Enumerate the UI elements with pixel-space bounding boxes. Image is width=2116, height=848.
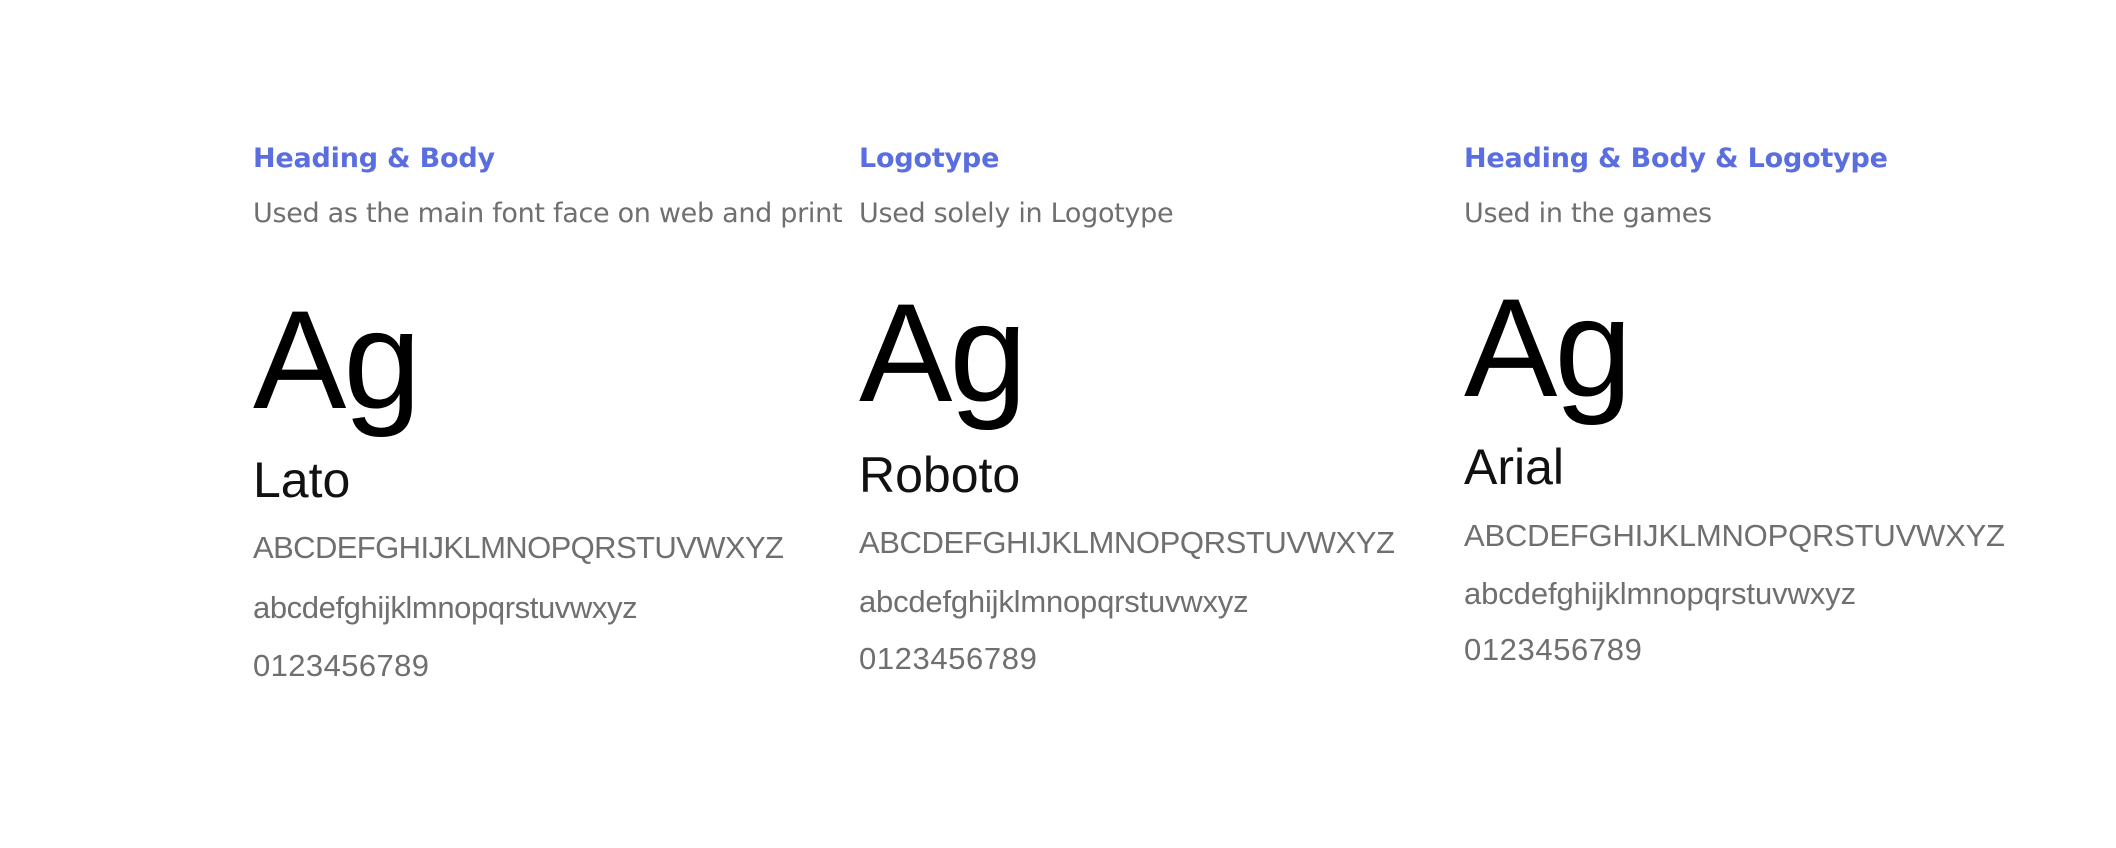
font-uppercase-alphabet: ABCDEFGHIJKLMNOPQRSTUVWXYZ [859, 525, 1395, 560]
font-usage-description: Used in the games [1464, 198, 1712, 229]
font-digits: 0123456789 [859, 641, 1038, 676]
font-uppercase-alphabet: ABCDEFGHIJKLMNOPQRSTUVWXYZ [253, 530, 784, 565]
font-category-label: Heading & Body [253, 143, 495, 174]
font-sample-glyph: Ag [859, 274, 1027, 431]
font-lowercase-alphabet: abcdefghijklmnopqrstuvwxyz [253, 590, 638, 625]
font-category-label: Logotype [859, 143, 1000, 174]
font-digits: 0123456789 [253, 648, 430, 683]
font-category-label: Heading & Body & Logotype [1464, 143, 1888, 174]
font-lowercase-alphabet: abcdefghijklmnopqrstuvwxyz [1464, 576, 1856, 611]
font-name: Lato [253, 452, 351, 508]
font-usage-description: Used as the main font face on web and pr… [253, 198, 843, 229]
font-usage-description: Used solely in Logotype [859, 198, 1174, 229]
font-uppercase-alphabet: ABCDEFGHIJKLMNOPQRSTUVWXYZ [1464, 518, 2005, 553]
font-name: Roboto [859, 447, 1021, 503]
font-specimen-grid: Heading & Body Used as the main font fac… [0, 0, 2116, 848]
font-digits: 0123456789 [1464, 632, 1643, 667]
font-lowercase-alphabet: abcdefghijklmnopqrstuvwxyz [859, 584, 1249, 619]
font-name: Arial [1464, 439, 1565, 495]
font-sample-glyph: Ag [253, 281, 421, 438]
font-sample-glyph: Ag [1464, 269, 1632, 426]
